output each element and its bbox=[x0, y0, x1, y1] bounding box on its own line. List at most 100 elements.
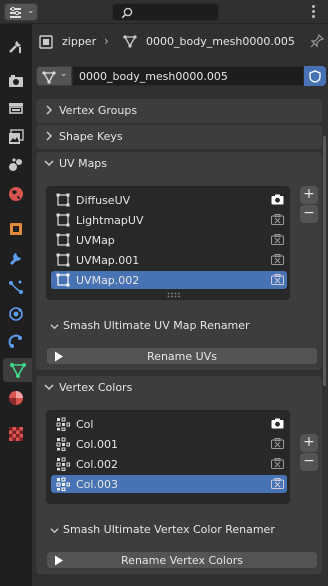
object-icon bbox=[10, 223, 22, 235]
pin-icon[interactable] bbox=[310, 34, 324, 48]
mesh-name-field[interactable]: 0000_body_mesh0000.005 bbox=[72, 66, 304, 86]
uv-map-list[interactable]: DiffuseUV LightmapUV UVMap UVMap.001 UVM bbox=[46, 186, 290, 300]
vertex-color-icon bbox=[56, 437, 70, 451]
editor-type-selector[interactable]: ⌄ bbox=[4, 3, 38, 21]
chevron-down-icon bbox=[44, 160, 54, 167]
uv-map-name: UVMap bbox=[76, 234, 115, 247]
constraint-icon bbox=[8, 334, 22, 348]
camera-inactive-icon[interactable] bbox=[271, 214, 284, 225]
list-item[interactable]: UVMap.001 bbox=[51, 251, 287, 269]
tab-physics[interactable] bbox=[3, 302, 29, 326]
search-input[interactable] bbox=[112, 3, 219, 21]
tab-render[interactable] bbox=[3, 69, 29, 93]
panel-body-vertex-colors: Col Col.001 Col.002 Col.003 + − Smash Ul… bbox=[36, 400, 322, 574]
fake-user-button[interactable] bbox=[304, 66, 326, 86]
list-item[interactable]: UVMap bbox=[51, 231, 287, 249]
list-item[interactable]: DiffuseUV bbox=[51, 191, 287, 209]
panel-header-uv-maps[interactable]: UV Maps bbox=[36, 152, 322, 176]
button-label: Rename Vertex Colors bbox=[121, 554, 243, 567]
tab-scene[interactable] bbox=[3, 152, 29, 176]
browse-mesh-button[interactable]: ⌄ bbox=[36, 66, 72, 86]
properties-tab-strip bbox=[0, 24, 32, 586]
list-item[interactable]: Col bbox=[51, 415, 287, 433]
tab-material[interactable] bbox=[3, 386, 29, 410]
subpanel-header-vertex-color-renamer[interactable]: Smash Ultimate Vertex Color Renamer bbox=[48, 520, 318, 540]
chevron-down-icon: ⌄ bbox=[60, 69, 68, 79]
chevron-down-icon bbox=[50, 324, 59, 330]
view-layer-icon bbox=[9, 129, 24, 144]
tab-output[interactable] bbox=[3, 96, 29, 120]
tab-object[interactable] bbox=[3, 217, 29, 241]
add-uv-map-button[interactable]: + bbox=[300, 186, 318, 204]
breadcrumb: zipper › 0000_body_mesh0000.005 bbox=[32, 24, 328, 60]
list-item-selected[interactable]: Col.003 bbox=[51, 475, 287, 493]
tab-view-layer[interactable] bbox=[3, 125, 29, 149]
render-camera-icon bbox=[9, 75, 23, 87]
tool-icon bbox=[9, 41, 21, 53]
list-item[interactable]: Col.001 bbox=[51, 435, 287, 453]
mesh-name: 0000_body_mesh0000.005 bbox=[146, 35, 295, 48]
rename-vertex-colors-button[interactable]: Rename Vertex Colors bbox=[46, 551, 318, 569]
breadcrumb-separator: › bbox=[104, 34, 109, 48]
remove-uv-map-button[interactable]: − bbox=[300, 205, 318, 223]
vertex-color-list[interactable]: Col Col.001 Col.002 Col.003 bbox=[46, 410, 290, 504]
rename-uvs-button[interactable]: Rename UVs bbox=[46, 347, 318, 365]
uv-map-name: DiffuseUV bbox=[76, 194, 131, 207]
remove-vertex-color-button[interactable]: − bbox=[300, 453, 318, 471]
camera-icon[interactable] bbox=[271, 194, 284, 205]
physics-icon bbox=[9, 307, 23, 321]
vertex-color-name: Col.001 bbox=[76, 438, 118, 451]
list-item-selected[interactable]: UVMap.002 bbox=[51, 271, 287, 289]
panel-header-vertex-groups[interactable]: Vertex Groups bbox=[36, 99, 322, 123]
tab-particles[interactable] bbox=[3, 275, 29, 299]
tab-texture[interactable] bbox=[3, 422, 29, 446]
search-icon bbox=[121, 7, 133, 19]
subpanel-title: Smash Ultimate Vertex Color Renamer bbox=[63, 523, 275, 536]
scrollbar[interactable] bbox=[323, 136, 326, 386]
shield-icon bbox=[309, 69, 321, 83]
tab-world[interactable] bbox=[3, 182, 29, 206]
panel-header-shape-keys[interactable]: Shape Keys bbox=[36, 125, 322, 149]
uv-map-name: UVMap.002 bbox=[76, 274, 140, 287]
resize-grip-icon[interactable] bbox=[167, 292, 181, 298]
camera-inactive-icon[interactable] bbox=[271, 274, 284, 285]
uv-map-icon bbox=[56, 193, 70, 207]
panel-title: Vertex Groups bbox=[59, 104, 138, 117]
uv-map-icon bbox=[56, 253, 70, 267]
wrench-icon bbox=[9, 253, 21, 266]
play-icon bbox=[55, 555, 63, 566]
tab-modifiers[interactable] bbox=[3, 246, 29, 270]
uv-map-icon bbox=[56, 213, 70, 227]
object-icon bbox=[39, 35, 53, 49]
chevron-right-icon bbox=[46, 105, 53, 115]
tab-object-data[interactable] bbox=[3, 358, 32, 382]
vertex-color-name: Col.003 bbox=[76, 478, 118, 491]
uv-map-name: LightmapUV bbox=[76, 214, 144, 227]
subpanel-header-uv-renamer[interactable]: Smash Ultimate UV Map Renamer bbox=[48, 316, 318, 336]
mesh-datablock-selector: ⌄ 0000_body_mesh0000.005 bbox=[36, 66, 328, 88]
vertex-color-name: Col.002 bbox=[76, 458, 118, 471]
camera-inactive-icon[interactable] bbox=[271, 478, 284, 489]
tab-tool[interactable] bbox=[3, 34, 29, 58]
uv-map-name: UVMap.001 bbox=[76, 254, 140, 267]
tab-constraints[interactable] bbox=[3, 330, 29, 354]
camera-inactive-icon[interactable] bbox=[271, 438, 284, 449]
play-icon bbox=[55, 351, 63, 362]
camera-inactive-icon[interactable] bbox=[271, 254, 284, 265]
camera-inactive-icon[interactable] bbox=[271, 458, 284, 469]
camera-inactive-icon[interactable] bbox=[271, 234, 284, 245]
texture-icon bbox=[9, 427, 23, 441]
camera-icon[interactable] bbox=[271, 418, 284, 429]
panel-title: UV Maps bbox=[59, 157, 108, 170]
panel-header-vertex-colors[interactable]: Vertex Colors bbox=[36, 376, 322, 400]
add-vertex-color-button[interactable]: + bbox=[300, 434, 318, 452]
properties-content: zipper › 0000_body_mesh0000.005 ⌄ 0000_b… bbox=[32, 24, 328, 586]
chevron-right-icon bbox=[46, 131, 53, 141]
list-item[interactable]: Col.002 bbox=[51, 455, 287, 473]
list-item[interactable]: LightmapUV bbox=[51, 211, 287, 229]
output-printer-icon bbox=[9, 103, 23, 114]
material-icon bbox=[9, 391, 23, 405]
panel-title: Shape Keys bbox=[59, 130, 123, 143]
options-menu-icon[interactable] bbox=[306, 3, 320, 21]
chevron-down-icon bbox=[50, 528, 59, 534]
